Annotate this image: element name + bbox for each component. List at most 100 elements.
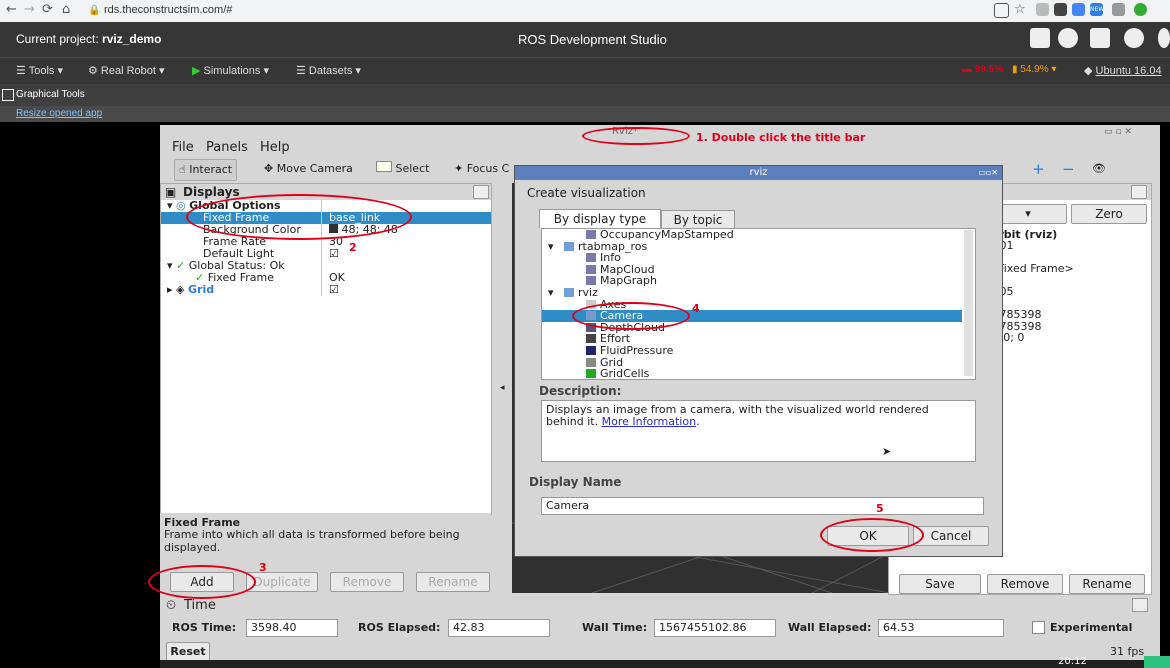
reset-button[interactable]: Reset [166, 642, 210, 662]
lock-icon: 🔒 [88, 5, 101, 16]
save-icon[interactable] [1030, 28, 1050, 48]
help-icon[interactable] [1124, 28, 1144, 48]
new-badge-icon[interactable]: NEW [1090, 3, 1104, 16]
browser-toolbar: ← → ⟳ ⌂ 🔒 rds.theconstructsim.com/# ☆ NE… [0, 0, 1170, 22]
skype-icon[interactable] [1054, 3, 1067, 16]
cancel-button[interactable]: Cancel [913, 526, 989, 546]
row-grid[interactable]: ▸ ◈ Grid ☑ [161, 284, 491, 296]
window-controls[interactable]: ▭ ▫ ✕ [1104, 127, 1132, 137]
taskbar: 20:12 [160, 656, 1170, 668]
address-bar[interactable]: rds.theconstructsim.com/# [104, 4, 232, 16]
remove-display-button[interactable]: Remove [330, 572, 404, 592]
zero-button[interactable]: Zero [1071, 204, 1147, 224]
move-icon: ✥ [264, 162, 274, 175]
rds-menubar: ☰ Tools ▾ ⚙ Real Robot ▾ ▶ Simulations ▾… [0, 57, 1170, 84]
expand-arrow-icon[interactable]: ▾ [548, 287, 554, 299]
taskbar-clock: 20:12 [1058, 656, 1087, 667]
move-camera-tool[interactable]: ✥ Move Camera [260, 159, 357, 179]
resize-link[interactable]: Resize opened app [16, 108, 102, 119]
monitor-icon: ▣ [165, 185, 177, 199]
expand-arrow-icon[interactable]: ▾ [548, 240, 554, 253]
description-label: Description: [539, 384, 622, 398]
remove-view-button[interactable]: Remove [987, 574, 1063, 594]
display-type-icon [586, 369, 596, 379]
time-title: Time [184, 598, 216, 613]
clock-icon: ⏲ [166, 598, 177, 613]
more-information-link[interactable]: More Information [602, 415, 696, 428]
back-icon[interactable]: ← [6, 2, 17, 17]
interact-tool[interactable]: ☝ Interact [174, 159, 238, 181]
select-tool[interactable]: Select [372, 159, 433, 179]
annotation-ellipse-ok [820, 518, 924, 552]
help-menu[interactable]: Help [260, 140, 290, 155]
collapse-arrow-icon[interactable]: ◂ [500, 383, 505, 393]
puzzle-icon[interactable] [1112, 3, 1125, 16]
star-icon[interactable]: ☆ [1014, 2, 1026, 17]
project-indicator: Current project: rviz_demo [16, 32, 162, 46]
tree-item[interactable]: MapGraph [542, 275, 962, 287]
add-tool-icon[interactable]: + [1028, 159, 1049, 179]
rename-view-button[interactable]: Rename [1069, 574, 1145, 594]
tray-icon[interactable] [1144, 656, 1170, 668]
display-type-icon [586, 230, 596, 239]
window-icon [2, 89, 14, 101]
cpu-usage: ▬ 99.5% [962, 64, 1004, 75]
float-button[interactable] [473, 185, 489, 199]
focus-icon: ✦ [454, 162, 464, 175]
property-description: Fixed Frame Frame into which all data is… [160, 513, 490, 573]
profile-icon[interactable] [1134, 3, 1147, 16]
default-light-checkbox[interactable]: ☑ [329, 248, 339, 260]
annotation-step-4: 4 [692, 302, 700, 315]
wall-time-field[interactable]: 1567455102.86 [654, 619, 776, 637]
graduation-icon[interactable] [1090, 28, 1110, 48]
datasets-menu[interactable]: ☰ Datasets ▾ [296, 64, 361, 77]
ros-elapsed-field[interactable]: 42.83 [448, 619, 550, 637]
memory-usage: ▮ 54.9% ▾ [1012, 64, 1057, 75]
dialog-heading: Create visualization [527, 186, 646, 200]
display-type-icon [586, 334, 596, 344]
display-name-input[interactable]: Camera [541, 497, 984, 515]
tree-scrollbar[interactable] [964, 230, 973, 376]
real-robot-menu[interactable]: ⚙ Real Robot ▾ [88, 64, 165, 77]
annotation-step-5: 5 [876, 502, 884, 515]
save-view-button[interactable]: Save [899, 574, 981, 594]
tools-menu[interactable]: ☰ Tools ▾ [16, 64, 63, 77]
rename-display-button[interactable]: Rename [416, 572, 490, 592]
eye-icon[interactable]: 👁 [1088, 159, 1110, 179]
views-float-button[interactable] [1131, 185, 1147, 199]
remove-tool-icon[interactable]: − [1058, 159, 1079, 179]
simulations-menu[interactable]: ▶ Simulations ▾ [192, 64, 269, 77]
folder-icon [564, 241, 574, 251]
ros-time-field[interactable]: 3598.40 [246, 619, 338, 637]
forward-icon[interactable]: → [24, 2, 35, 17]
settings-icon[interactable] [1158, 28, 1170, 48]
extension-icon[interactable] [1072, 3, 1085, 16]
cast-icon[interactable] [994, 3, 1009, 18]
tree-item[interactable]: GridCells [542, 368, 962, 379]
wall-elapsed-field[interactable]: 64.53 [878, 619, 1004, 637]
duplicate-button[interactable]: Duplicate [246, 572, 318, 592]
reload-icon[interactable]: ⟳ [42, 2, 53, 17]
annotation-ellipse-title [582, 127, 690, 145]
description-box: Displays an image from a camera, with th… [541, 400, 976, 462]
play-icon: ▶ [192, 65, 201, 77]
hand-icon: ☝ [179, 163, 186, 176]
time-float-button[interactable] [1132, 598, 1148, 612]
tab-by-topic[interactable]: By topic [661, 210, 735, 230]
file-menu[interactable]: File [172, 140, 194, 155]
home-icon[interactable]: ⌂ [62, 2, 70, 17]
gmail-icon[interactable] [1036, 3, 1049, 16]
os-link[interactable]: ◆ Ubuntu 16.04 [1084, 64, 1162, 77]
dialog-title-bar[interactable]: rviz ▭▫✕ [515, 166, 1002, 180]
folder-icon [564, 288, 574, 297]
panels-menu[interactable]: Panels [206, 140, 248, 155]
tree-item-label: MapGraph [600, 274, 657, 288]
grid-checkbox[interactable]: ☑ [329, 284, 339, 296]
focus-camera-tool[interactable]: ✦ Focus C [450, 159, 513, 179]
tab-by-display-type[interactable]: By display type [539, 209, 661, 228]
experimental-checkbox[interactable] [1032, 621, 1045, 634]
globe-icon[interactable] [1058, 28, 1078, 48]
dialog-window-controls[interactable]: ▭▫✕ [978, 166, 998, 180]
graphical-tools-bar: Graphical Tools [0, 84, 1170, 106]
graphical-tools-label: Graphical Tools [16, 89, 85, 100]
